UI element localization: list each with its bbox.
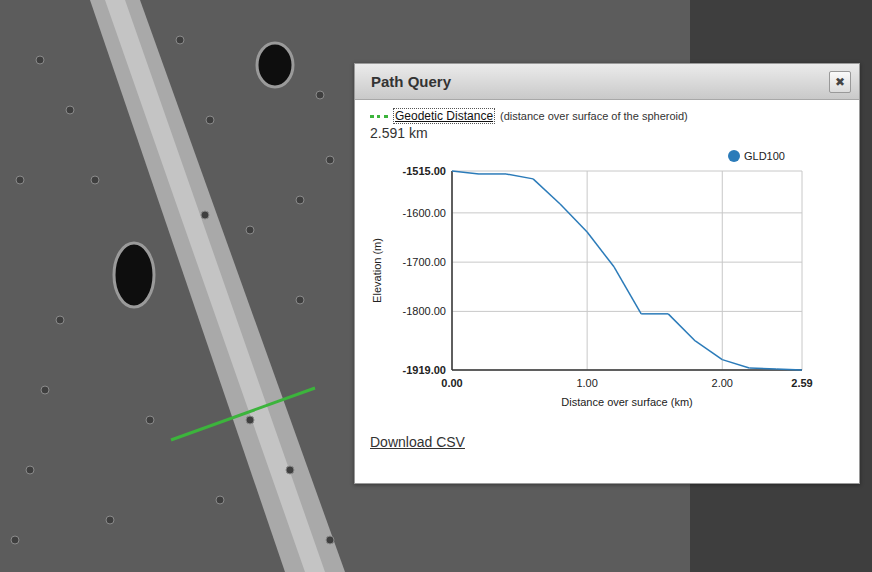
small-crater [326,156,334,164]
small-crater [16,176,24,184]
series-segment [776,368,802,370]
series-segment [452,171,479,174]
measure-row: Geodetic Distance (distance over surface … [370,108,853,124]
close-button[interactable]: ✖ [829,71,851,93]
series-segment [668,314,695,341]
series-segment [641,313,668,315]
small-crater [296,196,304,204]
small-crater [41,386,49,394]
crater [257,43,293,87]
small-crater [316,91,324,99]
small-crater [206,116,214,124]
small-crater [106,516,114,524]
y-tick: -1600.00 [403,207,446,219]
grid-line [452,311,802,312]
legend-label: GLD100 [744,150,785,162]
small-crater [246,226,254,234]
panel-titlebar[interactable]: Path Query ✖ [355,64,859,100]
path-query-panel: Path Query ✖ Geodetic Distance (distance ov… [354,63,860,484]
grid-line [452,212,802,213]
x-tick: 2.00 [712,377,733,389]
grid-line [802,171,803,370]
legend-item: GLD100 [728,150,785,162]
small-crater [56,316,64,324]
series-segment [749,367,776,369]
x-tick: 2.59 [791,377,812,389]
y-axis-title: Elevation (m) [371,238,383,303]
grid-line [587,171,588,370]
small-crater [216,496,224,504]
distance-value: 2.591 km [370,125,853,141]
small-crater [296,296,304,304]
panel-title: Path Query [371,73,451,90]
small-crater [286,466,294,474]
series-segment [587,232,614,267]
small-crater [36,56,44,64]
measure-type[interactable]: Geodetic Distance [393,108,495,124]
series-segment [560,204,587,232]
ridge-crest [105,0,325,572]
small-crater [11,536,19,544]
map-screen: Path Query ✖ Geodetic Distance (distance ov… [0,0,872,572]
small-crater [146,416,154,424]
measure-note: (distance over surface of the spheroid) [500,110,688,122]
small-crater [66,106,74,114]
grid-line [452,171,802,172]
y-axis [451,171,453,370]
series-segment [533,179,560,204]
path-line[interactable] [171,388,315,440]
ridge [90,0,345,572]
grid-line [452,370,802,371]
grid-line [452,171,453,370]
download-csv-link[interactable]: Download CSV [370,434,465,450]
y-tick: -1919.00 [403,364,446,376]
y-tick: -1700.00 [403,256,446,268]
x-axis [452,369,802,371]
x-tick: 1.00 [576,377,597,389]
crater [114,243,154,307]
small-crater [26,466,34,474]
terrain [0,0,872,572]
series-segment [614,267,641,314]
x-axis-title: Distance over surface (km) [561,396,692,408]
y-tick: -1800.00 [403,305,446,317]
path-style-icon [370,115,388,118]
small-crater [201,211,209,219]
small-crater [246,416,254,424]
series-segment [506,174,533,179]
series-segment [695,341,722,360]
small-crater [326,536,334,544]
elevation-chart: -1515.00 -1600.00 -1700.00 -1800.00 -1919.00… [361,144,851,416]
small-crater [91,176,99,184]
series-segment [479,173,506,175]
y-tick: -1515.00 [403,165,446,177]
x-tick: 0.00 [441,377,462,389]
grid-line [722,171,723,370]
series-segment [722,360,749,368]
grid-line [452,262,802,263]
legend-dot-icon [728,150,740,162]
panel-body: Geodetic Distance (distance over surface … [355,100,859,483]
small-crater [176,36,184,44]
